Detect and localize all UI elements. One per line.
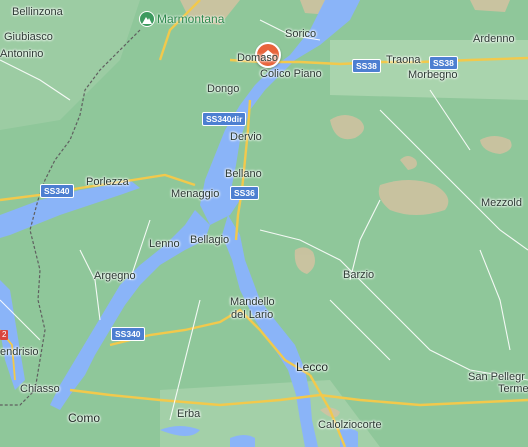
place-label-san-pellegrino[interactable]: San Pellegr <box>468 371 525 383</box>
road-shield-ss38-east: SS38 <box>429 56 458 70</box>
place-label-bellinzona[interactable]: Bellinzona <box>12 6 63 18</box>
poi-label-marmontana[interactable]: Marmontana <box>157 12 224 26</box>
road-shield-ss340-north: SS340 <box>40 184 74 198</box>
place-label-morbegno[interactable]: Morbegno <box>408 69 458 81</box>
place-label-mezzoldo[interactable]: Mezzold <box>481 197 522 209</box>
place-label-barzio[interactable]: Barzio <box>343 269 374 281</box>
mountain-peak-icon[interactable] <box>139 11 155 27</box>
road-shield-ss340-south: SS340 <box>111 327 145 341</box>
place-label-chiasso[interactable]: Chiasso <box>20 383 60 395</box>
road-route-marker: 2 <box>0 330 9 340</box>
road-shield-ss340dir: SS340dir <box>202 112 247 126</box>
place-label-como[interactable]: Como <box>68 412 100 424</box>
place-label-del-lario[interactable]: del Lario <box>231 309 273 321</box>
place-label-sorico[interactable]: Sorico <box>285 28 316 40</box>
place-label-traona[interactable]: Traona <box>386 54 420 66</box>
place-label-menaggio[interactable]: Menaggio <box>171 188 219 200</box>
place-label-mendrisio[interactable]: endrisio <box>0 346 39 358</box>
place-label-erba[interactable]: Erba <box>177 408 200 420</box>
place-label-terme[interactable]: Terme <box>498 383 528 395</box>
place-label-argegno[interactable]: Argegno <box>94 270 136 282</box>
place-label-antonino[interactable]: Antonino <box>0 48 43 60</box>
place-label-bellagio[interactable]: Bellagio <box>190 234 229 246</box>
place-label-giubiasco[interactable]: Giubiasco <box>4 31 53 43</box>
place-label-lenno[interactable]: Lenno <box>149 238 180 250</box>
place-label-porlezza[interactable]: Porlezza <box>86 176 129 188</box>
place-label-calolziocorte[interactable]: Calolziocorte <box>318 419 382 431</box>
road-shield-ss36: SS36 <box>230 186 259 200</box>
map-canvas[interactable]: SS38 SS38 SS340dir SS36 SS340 SS340 2 Ma… <box>0 0 528 447</box>
place-label-dongo[interactable]: Dongo <box>207 83 239 95</box>
place-label-dervio[interactable]: Dervio <box>230 131 262 143</box>
road-shield-ss38-west: SS38 <box>352 59 381 73</box>
place-label-colico-piano[interactable]: Colico Piano <box>260 68 322 80</box>
place-label-lecco[interactable]: Lecco <box>296 361 328 373</box>
place-label-mandello[interactable]: Mandello <box>230 296 275 308</box>
place-label-domaso[interactable]: Domaso <box>237 52 278 64</box>
place-label-bellano[interactable]: Bellano <box>225 168 262 180</box>
place-label-ardenno[interactable]: Ardenno <box>473 33 515 45</box>
